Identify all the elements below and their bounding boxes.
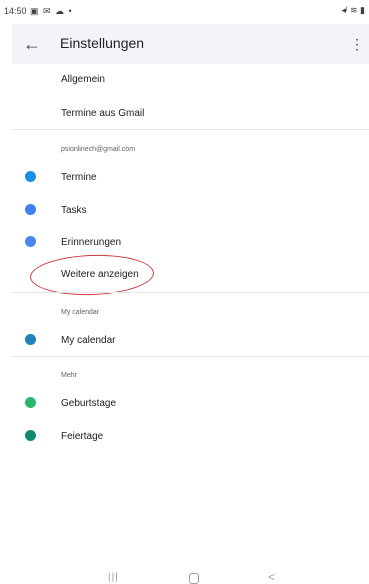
status-bar: 14:50 ▣ ✉ ☁ • ◂ᴵ ≋ ▮ (0, 0, 369, 22)
more-vert-icon[interactable]: ⋮ (349, 32, 365, 56)
calendar-color-dot (25, 171, 36, 182)
calendar-item-geburtstage[interactable]: Geburtstage (61, 398, 116, 409)
divider (12, 356, 369, 357)
calendar-color-dot (25, 334, 36, 345)
settings-item-termine-aus-gmail[interactable]: Termine aus Gmail (61, 108, 144, 119)
account-email: psionlinech@gmail.com (61, 146, 136, 153)
calendar-item-termine[interactable]: Termine (61, 172, 97, 183)
section-label-mehr: Mehr (61, 372, 77, 379)
system-nav-bar: ||| < (0, 562, 369, 584)
recent-apps-icon[interactable]: ||| (108, 572, 119, 583)
page-title: Einstellungen (60, 35, 145, 51)
calendar-color-dot (25, 430, 36, 441)
settings-item-allgemein[interactable]: Allgemein (61, 74, 105, 85)
calendar-color-dot (25, 397, 36, 408)
divider (12, 292, 369, 293)
calendar-item-erinnerungen[interactable]: Erinnerungen (61, 237, 121, 248)
back-arrow-icon[interactable]: ← (20, 32, 44, 56)
section-label-my-calendar: My calendar (61, 309, 100, 316)
notification-icons: ▣ ✉ ☁ • (30, 6, 73, 16)
calendar-color-dot (25, 236, 36, 247)
status-time: 14:50 (4, 6, 27, 16)
home-icon[interactable] (189, 573, 199, 584)
calendar-item-my-calendar[interactable]: My calendar (61, 335, 115, 346)
calendar-color-dot (25, 204, 36, 215)
system-icons: ◂ᴵ ≋ ▮ (341, 5, 365, 15)
nav-back-icon[interactable]: < (268, 570, 275, 584)
calendar-item-tasks[interactable]: Tasks (61, 205, 87, 216)
app-bar: ← Einstellungen ⋮ (12, 24, 369, 64)
calendar-item-feiertage[interactable]: Feiertage (61, 431, 103, 442)
divider (12, 129, 369, 130)
highlight-annotation (29, 252, 155, 298)
